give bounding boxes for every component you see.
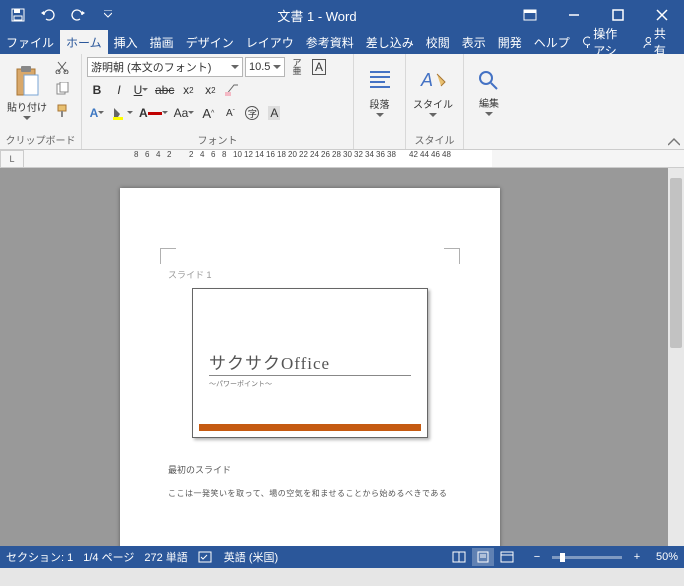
qat-customize[interactable] <box>96 3 120 27</box>
document-area[interactable]: スライド 1 サクサクOffice ～パワーポイント～ 最初のスライド ここは一… <box>0 168 668 546</box>
tab-design[interactable]: デザイン <box>180 30 240 54</box>
zoom-thumb[interactable] <box>560 553 565 562</box>
font-name-combo[interactable]: 游明朝 (本文のフォント) <box>87 57 243 77</box>
editing-button[interactable]: 編集 <box>469 57 509 127</box>
view-print-button[interactable] <box>472 548 494 566</box>
char-shading-button[interactable]: A <box>264 103 284 123</box>
zoom-out-button[interactable]: − <box>526 548 548 566</box>
tab-selector[interactable]: L <box>0 150 24 168</box>
zoom-level[interactable]: 50% <box>656 551 678 563</box>
tab-references[interactable]: 参考資料 <box>300 30 360 54</box>
tab-developer[interactable]: 開発 <box>492 30 528 54</box>
chevron-down-icon <box>23 116 31 120</box>
tab-help[interactable]: ヘルプ <box>528 30 576 54</box>
paragraph-icon <box>367 68 393 94</box>
chevron-down-icon <box>162 111 168 115</box>
chevron-down-icon <box>142 88 148 92</box>
scrollbar-thumb[interactable] <box>670 178 682 348</box>
ribbon-options-button[interactable] <box>508 0 552 30</box>
tab-insert[interactable]: 挿入 <box>108 30 144 54</box>
tab-view[interactable]: 表示 <box>456 30 492 54</box>
save-button[interactable] <box>6 3 30 27</box>
slide-accent-bar <box>199 424 421 431</box>
superscript-button[interactable]: x2 <box>200 80 220 100</box>
chevron-down-icon <box>485 112 493 116</box>
paste-button[interactable]: 貼り付け <box>5 57 49 127</box>
status-page[interactable]: 1/4 ページ <box>83 549 134 565</box>
status-spellcheck[interactable] <box>198 550 214 564</box>
tab-review[interactable]: 校閲 <box>420 30 456 54</box>
styles-icon: A <box>419 68 447 94</box>
copy-button[interactable] <box>51 79 73 99</box>
paragraph-button[interactable]: 段落 <box>359 57 400 127</box>
font-size-combo[interactable]: 10.5 <box>245 57 285 77</box>
window-title: 文書 1 - Word <box>126 6 508 25</box>
body-text: ここは一発笑いを取って、場の空気を和ませることから始めるべきである <box>168 488 452 499</box>
slide-thumbnail: サクサクOffice ～パワーポイント～ <box>192 288 428 438</box>
format-painter-button[interactable] <box>51 101 73 121</box>
tab-draw[interactable]: 描画 <box>144 30 180 54</box>
margin-mark <box>444 248 460 264</box>
status-language[interactable]: 英語 (米国) <box>224 549 278 565</box>
tab-layout[interactable]: レイアウ <box>240 30 300 54</box>
lightbulb-icon <box>581 36 590 49</box>
group-font-label: フォント <box>87 131 348 149</box>
slide-label: スライド 1 <box>168 268 212 281</box>
italic-button[interactable]: I <box>109 80 129 100</box>
slide-title: サクサクOffice <box>209 349 330 374</box>
chevron-down-icon <box>376 113 384 117</box>
tab-file[interactable]: ファイル <box>0 30 60 54</box>
spellcheck-icon <box>198 550 214 564</box>
subscript-button[interactable]: x2 <box>178 80 198 100</box>
view-read-button[interactable] <box>448 548 470 566</box>
zoom-slider[interactable] <box>552 556 622 559</box>
margin-mark <box>160 248 176 264</box>
cut-button[interactable] <box>51 57 73 77</box>
svg-text:A: A <box>420 70 433 90</box>
status-section[interactable]: セクション: 1 <box>6 549 73 565</box>
shrink-font-button[interactable]: Aˇ <box>220 103 240 123</box>
font-color-button[interactable]: A <box>137 103 170 123</box>
tab-mailings[interactable]: 差し込み <box>360 30 420 54</box>
redo-button[interactable] <box>66 3 90 27</box>
enclose-char-button[interactable]: 字 <box>242 103 262 123</box>
collapse-ribbon-button[interactable] <box>668 137 680 147</box>
chevron-down-icon <box>429 113 437 117</box>
zoom-in-button[interactable]: + <box>626 548 648 566</box>
char-border-button[interactable]: A <box>309 57 329 77</box>
underline-button[interactable]: U <box>131 80 151 100</box>
strikethrough-button[interactable]: abc <box>153 80 176 100</box>
caption-text: 最初のスライド <box>168 463 231 476</box>
grow-font-button[interactable]: A^ <box>198 103 218 123</box>
phonetic-guide-button[interactable]: ア亜 <box>287 57 307 77</box>
styles-button[interactable]: A スタイル <box>411 57 455 127</box>
chevron-down-icon <box>231 65 239 69</box>
share-icon <box>642 36 651 49</box>
horizontal-ruler[interactable]: 8642246810121416182022242628303234363842… <box>24 150 684 168</box>
text-effects-button[interactable]: A <box>87 103 107 123</box>
slide-subtitle: ～パワーポイント～ <box>209 379 272 389</box>
char-scale-button[interactable]: Aa <box>172 103 197 123</box>
clipboard-icon <box>13 65 41 97</box>
chevron-down-icon <box>188 111 194 115</box>
view-web-button[interactable] <box>496 548 518 566</box>
page: スライド 1 サクサクOffice ～パワーポイント～ 最初のスライド ここは一… <box>120 188 500 546</box>
status-words[interactable]: 272 単語 <box>144 549 187 565</box>
chevron-down-icon <box>273 65 281 69</box>
clear-format-button[interactable] <box>222 80 242 100</box>
chevron-down-icon <box>127 111 133 115</box>
bold-button[interactable]: B <box>87 80 107 100</box>
vertical-scrollbar[interactable] <box>668 168 684 546</box>
undo-button[interactable] <box>36 3 60 27</box>
group-styles-label: スタイル <box>411 131 458 149</box>
find-icon <box>477 69 501 93</box>
tab-home[interactable]: ホーム <box>60 30 108 54</box>
chevron-down-icon <box>98 111 104 115</box>
group-clipboard-label: クリップボード <box>5 131 76 149</box>
highlight-button[interactable] <box>109 103 135 123</box>
